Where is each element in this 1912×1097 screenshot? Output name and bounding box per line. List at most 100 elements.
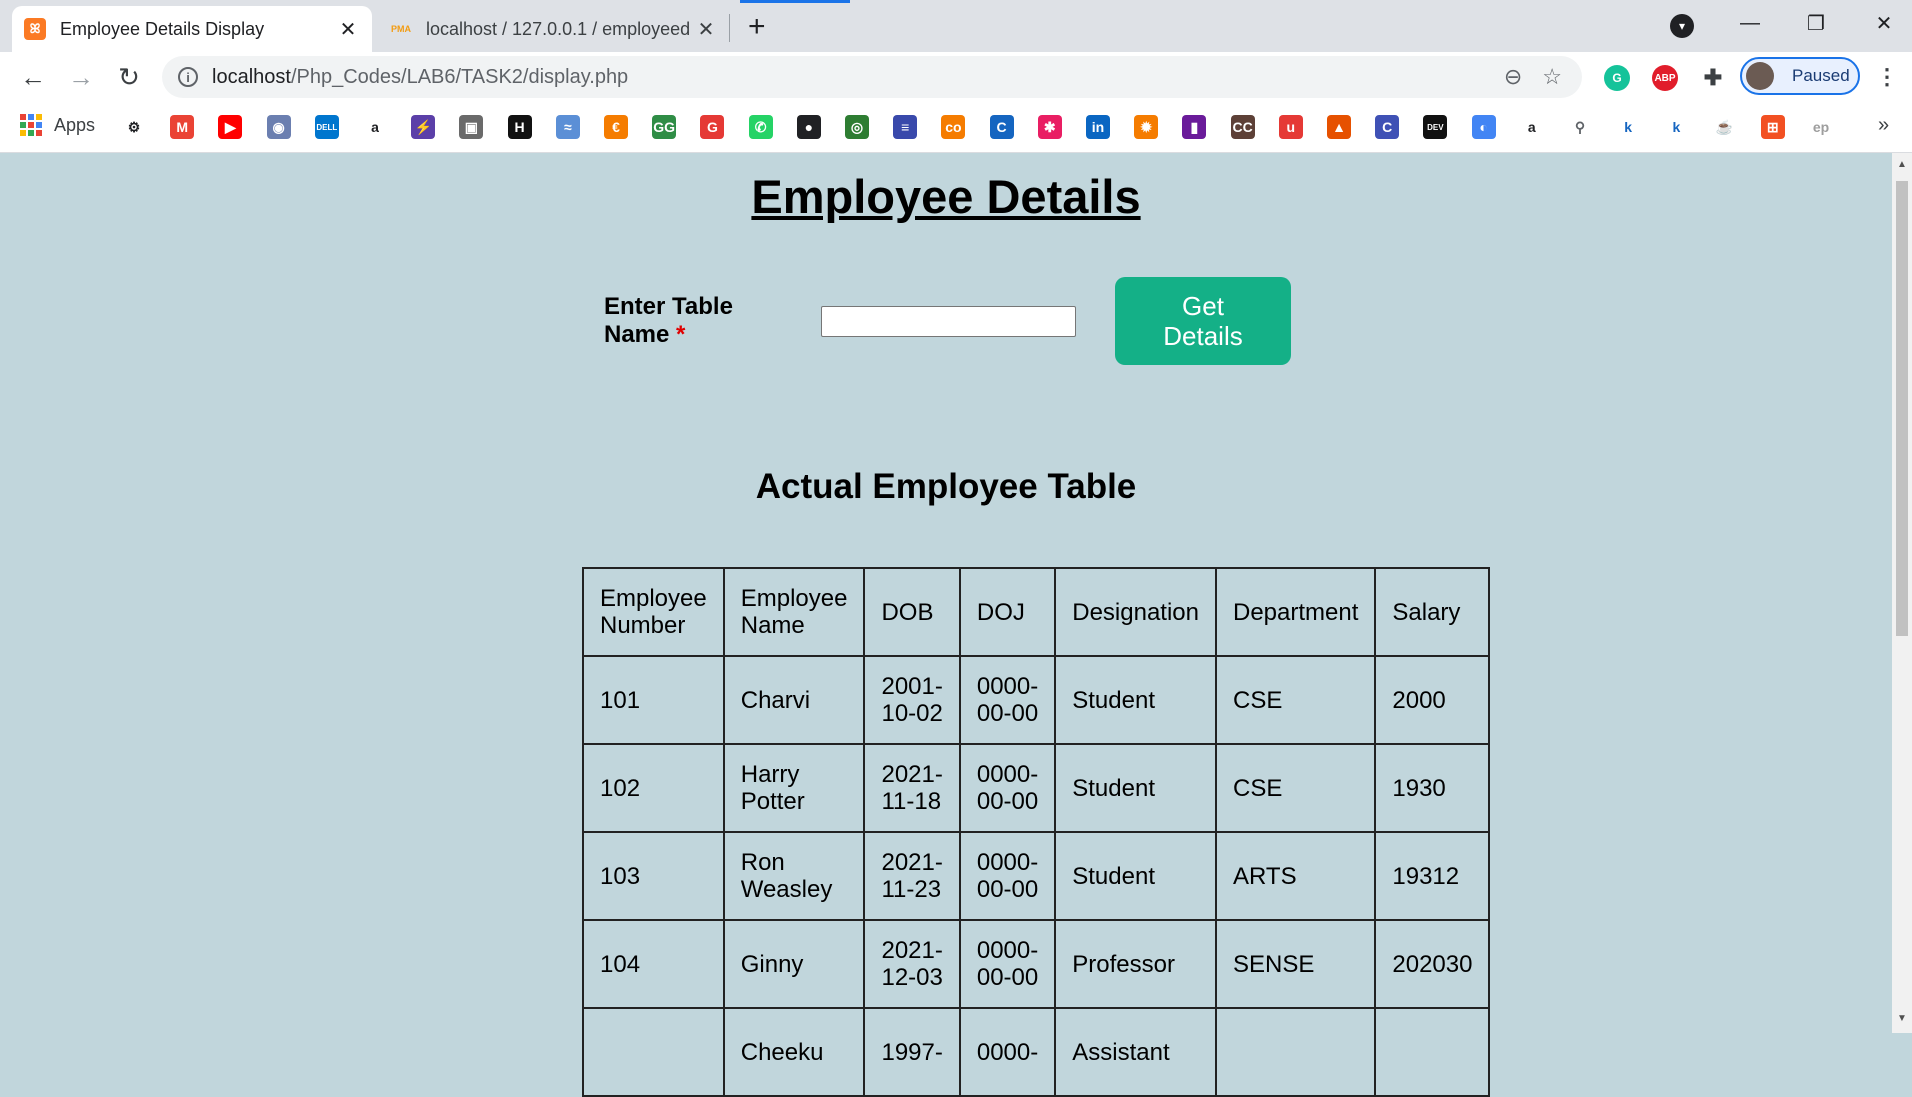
table-row: 102 Harry Potter 2021- 11-18 0000- 00-00 Studen… (582, 743, 1491, 833)
more-bookmarks-icon[interactable]: » (1878, 114, 1889, 137)
dev-icon[interactable]: DEV (1423, 115, 1448, 139)
codechef-icon[interactable]: € (604, 115, 628, 139)
coffee-icon[interactable]: ☕ (1713, 115, 1737, 139)
table-cell-salary: 19312 (1374, 831, 1491, 921)
dell-icon[interactable]: DELL (314, 115, 339, 139)
tab-phpmyadmin[interactable]: PMA localhost / 127.0.0.1 / employeed ✕ (378, 6, 730, 52)
table-cell-number: 104 (582, 919, 725, 1009)
table-cell-name: Ginny (722, 919, 866, 1009)
phpmyadmin-icon: PMA (391, 24, 411, 34)
table-cell-dob: 2021- 11-18 (863, 743, 961, 833)
scroll-down-icon[interactable]: ▼ (1897, 1013, 1907, 1024)
restore-icon[interactable]: ❐ (1792, 6, 1840, 40)
matlab-icon[interactable]: ▲ (1327, 115, 1351, 139)
forward-icon[interactable]: → (66, 62, 96, 92)
table-cell-name: Charvi (722, 655, 866, 745)
grammarly-extension-icon[interactable]: G (1604, 65, 1630, 91)
amazon2-icon[interactable]: a (1520, 115, 1544, 139)
reload-icon[interactable]: ↻ (114, 62, 144, 92)
k-icon[interactable]: k (1616, 115, 1640, 139)
table-cell-salary: 1930 (1374, 743, 1491, 833)
tab-search-icon[interactable]: ▾ (1670, 14, 1694, 38)
image-icon[interactable]: ▣ (459, 115, 484, 139)
hackerrank-icon[interactable]: H (507, 115, 532, 139)
scrollbar-thumb[interactable] (1896, 181, 1908, 636)
bolt-icon[interactable]: ⚡ (411, 115, 436, 139)
search-glass-icon[interactable]: ⚲ (1568, 115, 1592, 139)
url-text[interactable]: localhost/Php_Codes/LAB6/TASK2/display.p… (212, 66, 1504, 89)
apps-grid-icon (20, 114, 42, 136)
star-icon[interactable]: ✱ (1037, 115, 1062, 139)
stack-icon[interactable]: ≡ (893, 115, 918, 139)
bookmark-icon[interactable]: ◉ (266, 115, 291, 139)
gear-sun-icon[interactable]: ✹ (1134, 115, 1159, 139)
tab-separator (729, 14, 730, 42)
settings-icon[interactable]: ⚙ (122, 115, 146, 139)
avatar (1746, 62, 1774, 90)
table-cell-name: Harry Potter (722, 743, 866, 833)
youtube-icon[interactable]: ▶ (218, 115, 243, 139)
table-row: 103 Ron Weasley 2021- 11-23 0000- 00-00 Student… (582, 831, 1491, 921)
microsoft-icon[interactable]: ⊞ (1760, 115, 1785, 139)
table-header-cell: DOB (863, 567, 961, 657)
profile-status-label: Paused (1792, 66, 1850, 85)
coursera-icon[interactable]: co (941, 115, 966, 139)
table-cell-doj: 0000- 00-00 (958, 655, 1057, 745)
table-cell-department (1214, 1007, 1377, 1097)
table-name-label: Enter Table Name * (604, 293, 733, 348)
amazon-icon[interactable]: a (363, 115, 387, 139)
ep-icon[interactable]: ep (1809, 115, 1833, 139)
udemy-icon[interactable]: u (1278, 115, 1303, 139)
minimize-icon[interactable]: — (1726, 6, 1774, 40)
table-cell-designation: Professor (1054, 919, 1217, 1009)
geeksforgeeks-icon[interactable]: GG (652, 115, 677, 139)
adblock-extension-icon[interactable]: ABP (1652, 65, 1678, 91)
tab-title: Employee Details Display (60, 18, 265, 39)
linkedin-icon[interactable]: in (1086, 115, 1110, 139)
close-tab-icon[interactable]: ✕ (336, 17, 360, 42)
apps-label: Apps (54, 114, 96, 135)
table-cell-department: CSE (1214, 743, 1377, 833)
table-cell-number: 101 (582, 655, 725, 745)
codewars-icon[interactable]: ◎ (845, 115, 869, 139)
tab-title: localhost / 127.0.0.1 / employeed (426, 18, 691, 39)
chrome-web-icon[interactable]: ◐ (1471, 115, 1496, 139)
kt-icon[interactable]: k (1664, 115, 1688, 139)
address-bar[interactable]: i localhost/Php_Codes/LAB6/TASK2/display… (162, 56, 1582, 98)
extensions-puzzle-icon[interactable]: ✚ (1700, 65, 1726, 91)
new-tab-icon[interactable]: + (748, 10, 766, 44)
c-icon[interactable]: C (989, 115, 1014, 139)
profile-button[interactable]: Paused (1740, 57, 1860, 95)
table-header-cell: Employee Number (582, 567, 725, 657)
circle-c-icon[interactable]: C (1375, 115, 1400, 139)
grammarly-icon[interactable]: G (700, 115, 725, 139)
github-icon[interactable]: ● (796, 115, 821, 139)
chart-icon[interactable]: ▮ (1182, 115, 1207, 139)
table-cell-name: Ron Weasley (722, 831, 866, 921)
table-cell-department: SENSE (1214, 919, 1377, 1009)
gmail-icon[interactable]: M (170, 115, 195, 139)
table-cell-dob: 2021- 12-03 (863, 919, 961, 1009)
table-row: 101 Charvi 2001- 10-02 0000- 00-00 Student CSE 2… (582, 655, 1491, 745)
scroll-up-icon[interactable]: ▲ (1897, 159, 1907, 170)
back-icon[interactable]: ← (18, 62, 48, 92)
table-cell-dob: 2021- 11-23 (863, 831, 961, 921)
table-name-input[interactable] (821, 306, 1076, 337)
table-cell-doj: 0000- (958, 1007, 1057, 1097)
page-scrollbar[interactable]: ▲ ▼ (1892, 153, 1912, 1033)
site-info-icon[interactable]: i (178, 67, 198, 87)
table-cell-number: 102 (582, 743, 725, 833)
whatsapp-icon[interactable]: ✆ (748, 115, 773, 139)
wave-icon[interactable]: ≈ (555, 115, 580, 139)
close-tab-icon[interactable]: ✕ (694, 17, 718, 42)
more-menu-icon[interactable]: ⋮ (1876, 64, 1898, 90)
zoom-icon[interactable]: ⊖ (1504, 64, 1522, 90)
close-window-icon[interactable]: ✕ (1860, 6, 1908, 40)
tab-employee-details[interactable]: ꕤ Employee Details Display ✕ (12, 6, 372, 52)
get-details-button[interactable]: Get Details (1115, 277, 1291, 365)
table-cell-salary: 2000 (1374, 655, 1491, 745)
bookmark-star-icon[interactable]: ☆ (1542, 64, 1562, 90)
cc-icon[interactable]: CC (1230, 115, 1255, 139)
apps-bookmark[interactable]: Apps (20, 114, 95, 136)
table-cell-department: CSE (1214, 655, 1377, 745)
